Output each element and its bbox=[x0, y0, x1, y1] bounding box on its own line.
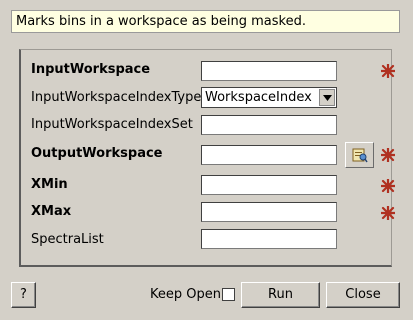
index-type-selected-value: WorkspaceIndex bbox=[205, 90, 312, 105]
input-workspace-index-type-select[interactable]: WorkspaceIndex bbox=[201, 87, 337, 108]
input-workspace-label: InputWorkspace bbox=[31, 62, 151, 77]
input-workspace-index-set-field[interactable] bbox=[201, 115, 337, 135]
close-button[interactable]: Close bbox=[326, 282, 400, 308]
output-workspace-label: OutputWorkspace bbox=[31, 146, 163, 161]
required-star-icon bbox=[381, 148, 395, 162]
algorithm-description: Marks bins in a workspace as being maske… bbox=[11, 10, 400, 33]
required-star-icon bbox=[381, 206, 395, 220]
xmax-label: XMax bbox=[31, 204, 72, 219]
chevron-down-icon[interactable] bbox=[319, 89, 335, 106]
workspace-browse-icon bbox=[352, 148, 368, 163]
input-workspace-index-set-label: InputWorkspaceIndexSet bbox=[31, 117, 193, 132]
xmax-field[interactable] bbox=[201, 202, 337, 222]
spectra-list-label: SpectraList bbox=[31, 232, 104, 247]
required-star-icon bbox=[381, 64, 395, 78]
xmin-label: XMin bbox=[31, 177, 68, 192]
output-workspace-field[interactable] bbox=[201, 145, 337, 165]
spectra-list-field[interactable] bbox=[201, 229, 337, 249]
help-button[interactable]: ? bbox=[11, 282, 36, 308]
keep-open-checkbox[interactable] bbox=[222, 288, 235, 301]
input-workspace-index-type-label: InputWorkspaceIndexType bbox=[31, 90, 202, 105]
keep-open-label: Keep Open bbox=[150, 287, 221, 302]
input-workspace-field[interactable] bbox=[201, 61, 337, 81]
workspace-browse-button[interactable] bbox=[345, 142, 374, 168]
required-star-icon bbox=[381, 179, 395, 193]
xmin-field[interactable] bbox=[201, 175, 337, 195]
run-button[interactable]: Run bbox=[241, 282, 320, 308]
